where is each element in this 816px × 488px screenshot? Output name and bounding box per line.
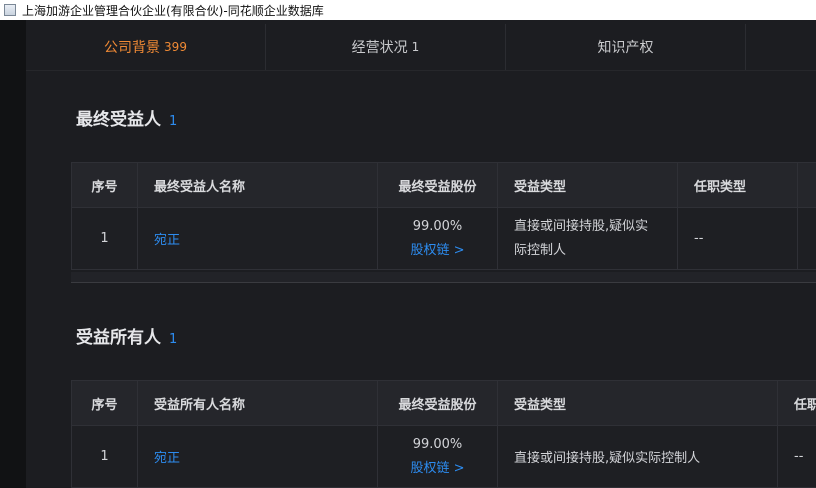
- section-count: 1: [169, 332, 178, 347]
- column-header-share: 最终受益股份: [377, 380, 498, 426]
- row-extra: [797, 207, 816, 270]
- column-header-name: 最终受益人名称: [137, 162, 378, 208]
- section-title-text: 受益所有人: [76, 328, 161, 348]
- left-side-rail: [0, 20, 26, 488]
- row-index: 1: [71, 207, 138, 270]
- app-window-icon: [4, 4, 16, 16]
- section-title-ultimate-beneficiary: 最终受益人 1: [76, 105, 177, 130]
- beneficial-owner-table: 序号 受益所有人名称 最终受益股份 受益类型 任职 1 宛正 99.00% 股权…: [71, 380, 816, 488]
- share-percent: 99.00%: [412, 436, 463, 452]
- tab-divider: [26, 70, 816, 71]
- table-row: 1 宛正 99.00% 股权链 > 直接或间接持股,疑似实际控制人 --: [71, 207, 816, 270]
- owner-name-link[interactable]: 宛正: [154, 451, 180, 466]
- tab-company-background[interactable]: 公司背景 399: [26, 24, 266, 70]
- tab-intellectual-property[interactable]: 知识产权: [506, 24, 746, 70]
- tab-bar: 公司背景 399 经营状况 1 知识产权: [26, 24, 816, 70]
- tab-label: 公司背景: [104, 40, 161, 56]
- column-header-type: 受益类型: [497, 162, 678, 208]
- tab-count: 399: [164, 40, 187, 54]
- equity-chain-link[interactable]: 股权链 >: [410, 239, 464, 263]
- section-title-beneficial-owner: 受益所有人 1: [76, 323, 177, 348]
- row-index: 1: [71, 425, 138, 488]
- row-share-cell: 99.00% 股权链 >: [377, 425, 498, 488]
- table-row: 1 宛正 99.00% 股权链 > 直接或间接持股,疑似实际控制人 --: [71, 425, 816, 488]
- row-position: --: [777, 425, 816, 488]
- row-share-cell: 99.00% 股权链 >: [377, 207, 498, 270]
- main-content: 公司背景 399 经营状况 1 知识产权 最终受益人 1 序号 最终受益人名称 最…: [26, 20, 816, 488]
- column-header-index: 序号: [71, 380, 138, 426]
- window-title: 上海加游企业管理合伙企业(有限合伙)-同花顺企业数据库: [22, 3, 324, 18]
- tab-label: 知识产权: [597, 40, 654, 56]
- column-header-index: 序号: [71, 162, 138, 208]
- horizontal-scrollbar[interactable]: [71, 272, 816, 283]
- equity-chain-link[interactable]: 股权链 >: [410, 457, 464, 481]
- row-type: 直接或间接持股,疑似实际控制人: [497, 425, 778, 488]
- row-name-cell: 宛正: [137, 425, 378, 488]
- row-position: --: [677, 207, 798, 270]
- column-header-extra: [797, 162, 816, 208]
- section-title-text: 最终受益人: [76, 110, 161, 130]
- column-header-type: 受益类型: [497, 380, 778, 426]
- column-header-position: 任职: [777, 380, 816, 426]
- ultimate-beneficiary-table: 序号 最终受益人名称 最终受益股份 受益类型 任职类型 1 宛正 99.00% …: [71, 162, 816, 270]
- row-type: 直接或间接持股,疑似实际控制人: [497, 207, 678, 270]
- section-count: 1: [169, 114, 178, 129]
- share-percent: 99.00%: [412, 218, 463, 234]
- tab-business-status[interactable]: 经营状况 1: [266, 24, 506, 70]
- tab-more[interactable]: [746, 24, 816, 70]
- column-header-share: 最终受益股份: [377, 162, 498, 208]
- row-name-cell: 宛正: [137, 207, 378, 270]
- beneficiary-name-link[interactable]: 宛正: [154, 233, 180, 248]
- tab-count: 1: [411, 40, 420, 54]
- table-header-row: 序号 受益所有人名称 最终受益股份 受益类型 任职: [71, 380, 816, 426]
- column-header-name: 受益所有人名称: [137, 380, 378, 426]
- column-header-position: 任职类型: [677, 162, 798, 208]
- window-titlebar: 上海加游企业管理合伙企业(有限合伙)-同花顺企业数据库: [0, 0, 816, 20]
- table-header-row: 序号 最终受益人名称 最终受益股份 受益类型 任职类型: [71, 162, 816, 208]
- tab-label: 经营状况: [351, 40, 408, 56]
